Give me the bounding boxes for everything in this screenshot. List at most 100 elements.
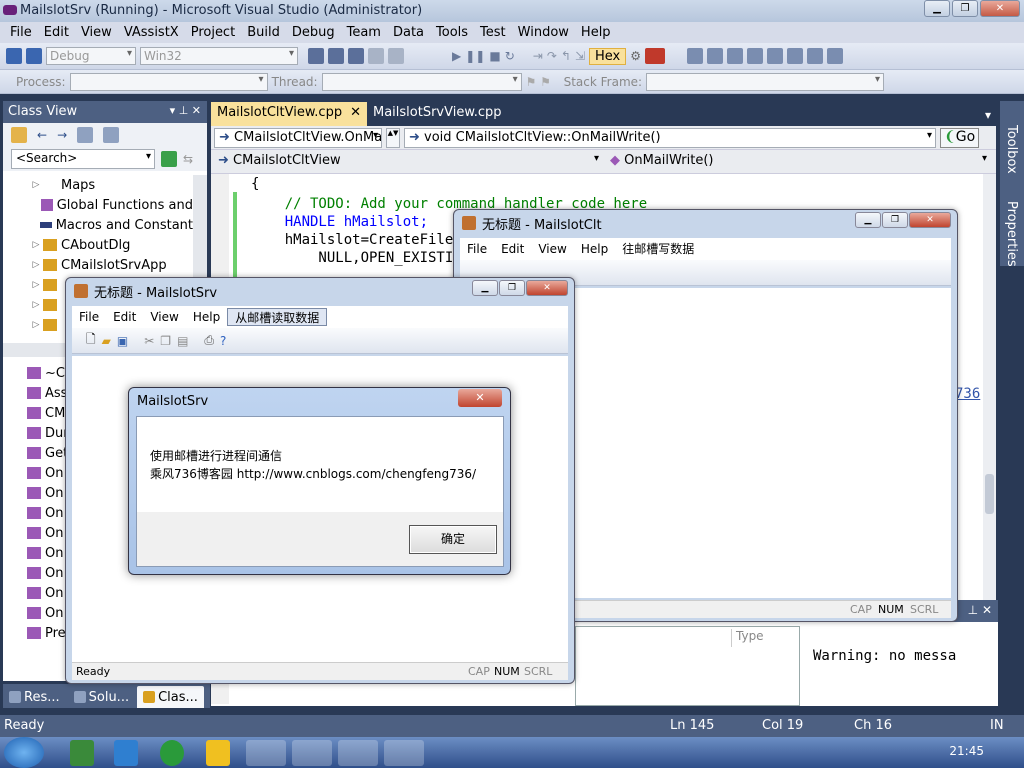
print-icon[interactable]: ⎙ bbox=[204, 333, 214, 348]
properties-tab[interactable]: Properties bbox=[1004, 201, 1019, 267]
ie-icon[interactable] bbox=[114, 740, 138, 766]
tab-overflow-icon[interactable]: ▾ bbox=[981, 104, 995, 126]
panel-controls-icon[interactable]: ⊥ ✕ bbox=[968, 603, 992, 617]
toolbox-tab[interactable]: Toolbox bbox=[1004, 125, 1019, 174]
platform-dropdown[interactable]: Win32 bbox=[140, 47, 298, 65]
function-dropdown[interactable]: ➜ void CMailslotCltView::OnMailWrite() bbox=[404, 127, 936, 148]
continue-icon[interactable]: ▶ bbox=[452, 49, 461, 63]
ok-button[interactable]: 确定 bbox=[409, 525, 497, 554]
save-all-icon[interactable] bbox=[26, 48, 42, 64]
menu-project[interactable]: Project bbox=[185, 25, 241, 40]
help-icon[interactable]: ? bbox=[220, 334, 226, 348]
goto-icon[interactable] bbox=[747, 48, 764, 64]
nav-icon[interactable] bbox=[388, 48, 404, 64]
menu-data[interactable]: Data bbox=[387, 25, 430, 40]
pause-icon[interactable]: ❚❚ bbox=[465, 49, 485, 63]
qq-icon[interactable] bbox=[206, 740, 230, 766]
menu-file[interactable]: File bbox=[460, 240, 494, 258]
refactor-icon[interactable] bbox=[827, 48, 844, 64]
paste-icon[interactable]: ▤ bbox=[177, 334, 188, 348]
hex-toggle[interactable]: Hex bbox=[589, 47, 627, 65]
step-over-icon[interactable]: ↷ bbox=[547, 49, 557, 63]
flag-icon[interactable]: ⚑ ⚑ bbox=[526, 75, 560, 89]
menu-window[interactable]: Window bbox=[512, 25, 575, 40]
menu-view[interactable]: View bbox=[75, 25, 118, 40]
cut-icon[interactable]: ✂ bbox=[144, 334, 154, 348]
restart-icon[interactable]: ↻ bbox=[505, 49, 515, 63]
minimize-button[interactable]: ▁ bbox=[855, 212, 881, 228]
copy-icon[interactable]: ❐ bbox=[160, 334, 171, 348]
maximize-button[interactable]: ❐ bbox=[952, 0, 978, 17]
spell-check-icon[interactable] bbox=[807, 48, 824, 64]
search-go-icon[interactable] bbox=[161, 151, 177, 167]
menu-vassistx[interactable]: VAssistX bbox=[118, 25, 185, 40]
member-dropdown[interactable]: ◆ OnMailWrite() bbox=[606, 152, 990, 172]
menu-build[interactable]: Build bbox=[241, 25, 286, 40]
mailslot-taskbar-icon[interactable] bbox=[338, 740, 378, 766]
breakpoints-icon[interactable] bbox=[645, 48, 666, 64]
taskbar-app-icon[interactable] bbox=[70, 740, 94, 766]
class-view-icon[interactable] bbox=[103, 127, 120, 143]
close-button[interactable]: ✕ bbox=[458, 389, 502, 407]
tab-mailslotsrvview[interactable]: MailslotSrvView.cpp bbox=[367, 102, 508, 126]
save-icon[interactable]: ▣ bbox=[117, 334, 128, 348]
tab-resource-view[interactable]: Res... bbox=[3, 686, 66, 708]
folder-icon[interactable] bbox=[11, 127, 27, 143]
config-dropdown[interactable]: Debug bbox=[46, 47, 136, 65]
close-button[interactable]: ✕ bbox=[980, 0, 1020, 17]
start-button[interactable] bbox=[4, 737, 44, 768]
search-input[interactable]: <Search> bbox=[11, 149, 155, 169]
find-icon[interactable] bbox=[308, 48, 324, 64]
scope-dropdown[interactable]: ➜ CMailslotCltView.OnMail bbox=[214, 127, 382, 148]
back-icon[interactable]: ← bbox=[37, 128, 47, 142]
symbol-icon[interactable] bbox=[767, 48, 784, 64]
process-dropdown[interactable] bbox=[69, 72, 268, 91]
msdn-taskbar-icon[interactable] bbox=[292, 740, 332, 766]
split-icon[interactable]: ▲▼ bbox=[386, 127, 400, 148]
menu-debug[interactable]: Debug bbox=[286, 25, 341, 40]
comment-icon[interactable] bbox=[328, 48, 344, 64]
save-icon[interactable] bbox=[6, 48, 22, 64]
tab-solution-explorer[interactable]: Solu... bbox=[68, 686, 135, 708]
menu-edit[interactable]: Edit bbox=[106, 308, 143, 326]
class-dropdown[interactable]: ➜ CMailslotCltView bbox=[214, 152, 602, 172]
menu-tools[interactable]: Tools bbox=[430, 25, 474, 40]
tree-item-macros[interactable]: Macros and Constant bbox=[3, 215, 193, 235]
menu-help[interactable]: Help bbox=[186, 308, 227, 326]
partial-link[interactable]: 736 bbox=[955, 386, 980, 402]
menu-file[interactable]: File bbox=[4, 25, 38, 40]
clear-search-icon[interactable]: ⇆ bbox=[183, 152, 193, 166]
menu-file[interactable]: File bbox=[72, 308, 106, 326]
minimize-button[interactable]: ▁ bbox=[924, 0, 950, 17]
type-column-header[interactable]: Type bbox=[731, 629, 799, 647]
tab-class-view[interactable]: Clas... bbox=[137, 686, 204, 708]
browser-icon[interactable] bbox=[160, 740, 184, 766]
thread-dropdown[interactable] bbox=[321, 72, 522, 91]
options-icon[interactable] bbox=[707, 48, 724, 64]
window-icon[interactable] bbox=[348, 48, 364, 64]
stack-frame-dropdown[interactable] bbox=[646, 72, 885, 91]
menu-read-mailslot[interactable]: 从邮槽读取数据 bbox=[227, 308, 328, 326]
settings-icon[interactable] bbox=[77, 127, 94, 143]
show-next-icon[interactable]: ⇲ bbox=[575, 49, 585, 63]
tree-item-maps[interactable]: ▷ Maps bbox=[3, 175, 193, 195]
minimize-button[interactable]: ▁ bbox=[472, 280, 498, 296]
menu-edit[interactable]: Edit bbox=[38, 25, 75, 40]
class-wizard-icon[interactable] bbox=[687, 48, 704, 64]
open-icon[interactable]: ▰ bbox=[102, 334, 111, 348]
tree-item-cmailslotsrvapp[interactable]: ▷ CMailslotSrvApp bbox=[3, 255, 193, 275]
panel-controls-icon[interactable]: ▾ ⊥ ✕ bbox=[170, 104, 201, 117]
open-file-icon[interactable] bbox=[727, 48, 744, 64]
menu-edit[interactable]: Edit bbox=[494, 240, 531, 258]
tree-item-caboutdlg[interactable]: ▷ CAboutDlg bbox=[3, 235, 193, 255]
tree-item-globals[interactable]: Global Functions and bbox=[3, 195, 193, 215]
bookmark-icon[interactable] bbox=[368, 48, 384, 64]
debug-windows-icon[interactable]: ⚙ bbox=[630, 49, 641, 63]
menu-view[interactable]: View bbox=[143, 308, 185, 326]
close-button[interactable]: ✕ bbox=[526, 280, 568, 296]
stop-icon[interactable]: ■ bbox=[489, 49, 500, 63]
close-tab-icon[interactable]: ✕ bbox=[350, 105, 361, 123]
visual-studio-taskbar-icon[interactable] bbox=[246, 740, 286, 766]
methods-icon[interactable] bbox=[787, 48, 804, 64]
menu-help[interactable]: Help bbox=[574, 240, 615, 258]
